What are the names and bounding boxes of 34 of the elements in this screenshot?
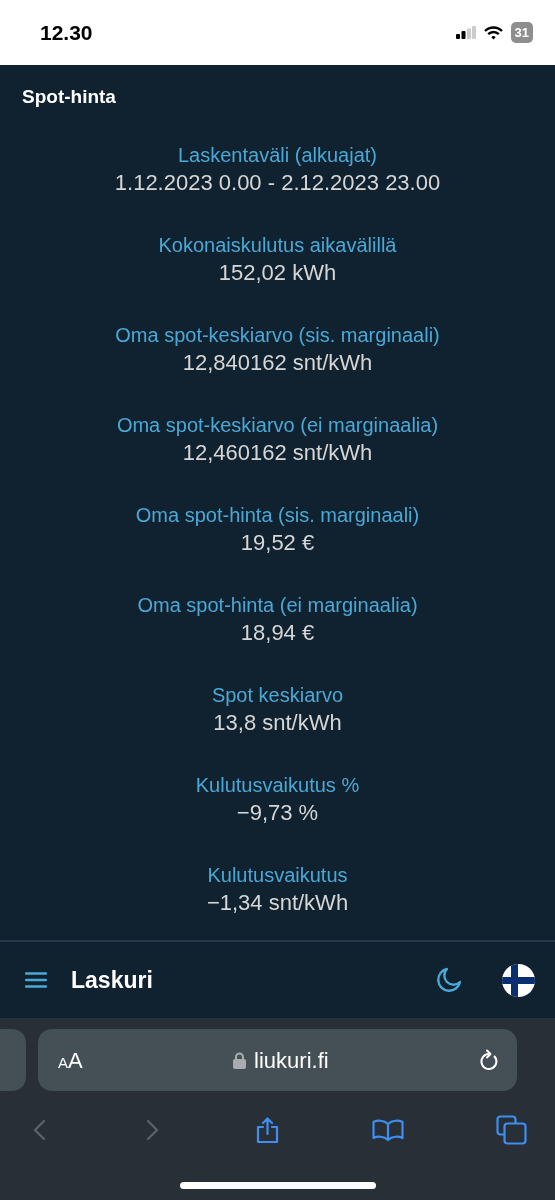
stat-value: 18,94 € [239,618,316,647]
stat-value: 152,02 kWh [217,258,338,287]
stat-value: 1.12.2023 0.00 - 2.12.2023 23.00 [114,168,441,197]
stat-label: Kokonaiskulutus aikavälillä [158,232,397,258]
stat-value: 19,52 € [239,528,316,557]
stat-label: Kulutusvaikutus % [195,772,360,798]
navbar-title: Laskuri [71,965,153,995]
stat-value: 12,460162 snt/kWh [181,438,374,467]
stat-label: Oma spot-hinta (ei marginaalia) [137,592,418,618]
book-button[interactable] [372,1118,405,1142]
stat-label: Spot keskiarvo [211,682,344,708]
tabs-button[interactable] [496,1115,527,1145]
stat-label: Oma spot-keskiarvo (ei marginaalia) [116,412,439,438]
stat-label: Oma spot-hinta (sis. marginaali) [135,502,420,528]
stat-value: 12,840162 snt/kWh [181,348,374,377]
signal-icon [455,26,476,39]
moon-icon[interactable] [436,967,462,993]
lock-icon [233,1051,247,1069]
stat-value: 13,8 snt/kWh [212,708,343,737]
clock-time: 12.30 [40,19,93,46]
stat-value: −9,73 % [235,798,320,827]
address-bar[interactable]: AA liukuri.fi [38,1029,517,1091]
reload-icon[interactable] [479,1049,499,1071]
stat-label: Laskentaväli (alkuajat) [177,142,378,168]
url-text: liukuri.fi [254,1046,329,1075]
stat-label: Kulutusvaikutus [206,862,349,888]
text-size-button[interactable]: AA [58,1043,83,1077]
wifi-icon [483,25,503,40]
flag-icon[interactable] [502,963,535,997]
battery-level-text: 31 [510,21,533,44]
page-title: Spot-hinta [22,86,116,107]
stat-label: Oma spot-keskiarvo (sis. marginaali) [115,322,440,348]
menu-icon[interactable] [25,972,47,988]
stat-value: −1,34 snt/kWh [206,888,349,917]
